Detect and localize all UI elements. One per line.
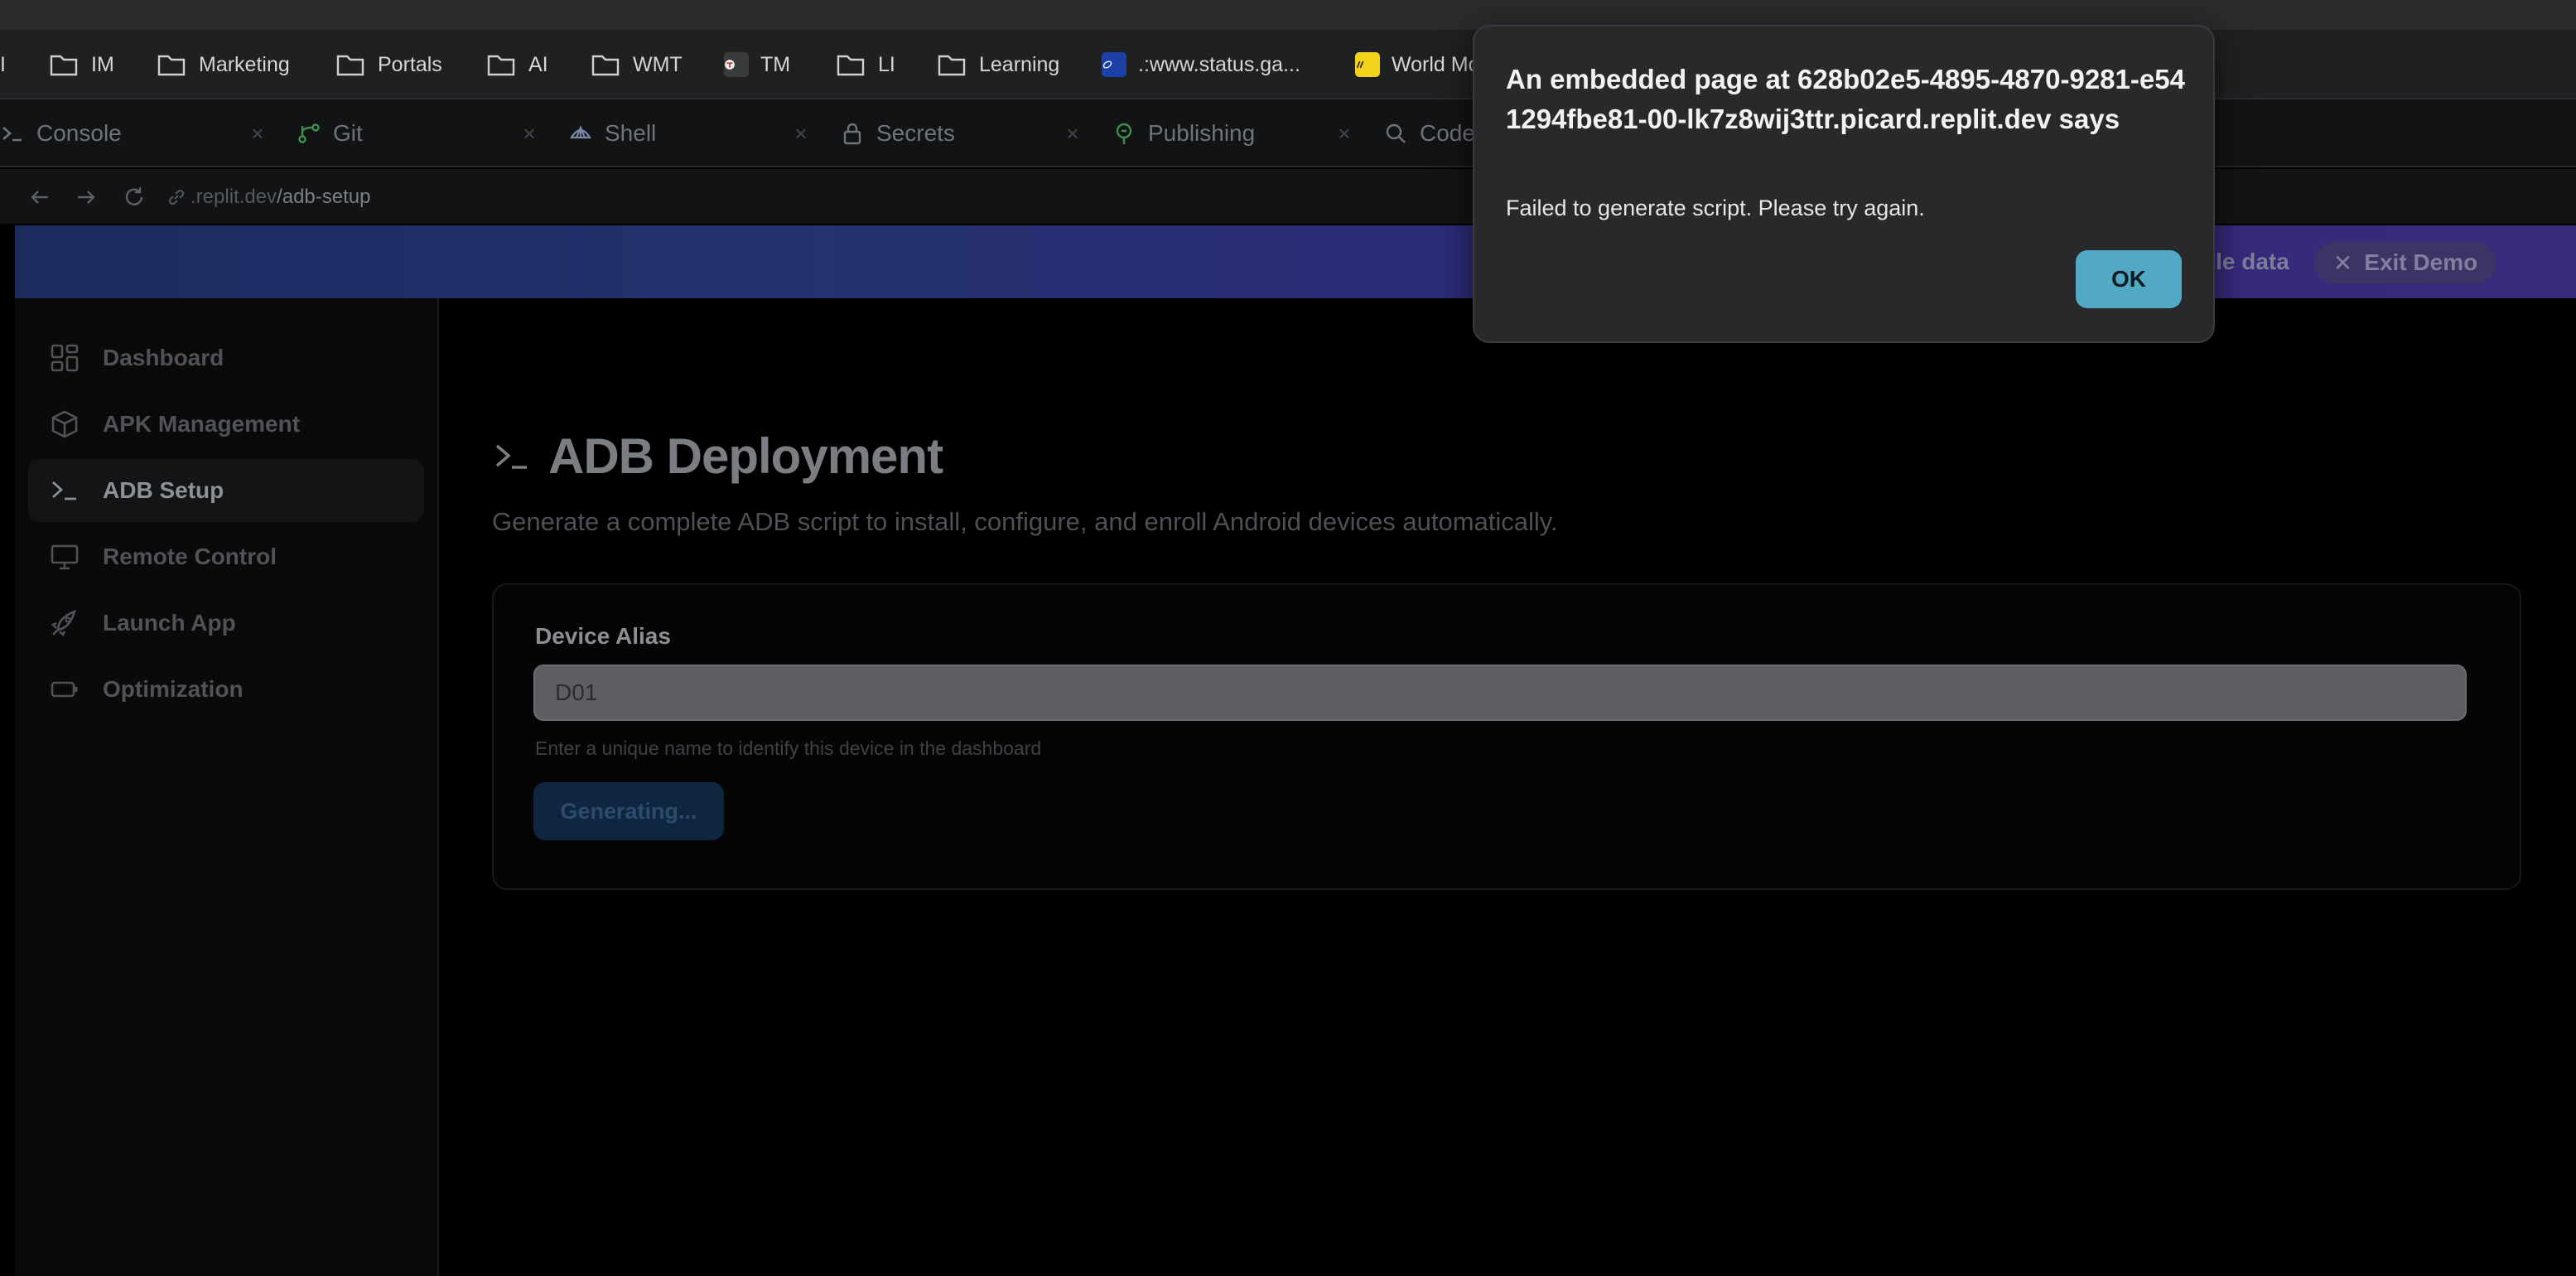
forward-arrow-icon[interactable] bbox=[70, 181, 103, 214]
app-frame: ple data ✕ Exit Demo Dashboard APK Manag… bbox=[15, 225, 2576, 1276]
bookmark-label: Learning bbox=[979, 52, 1060, 76]
bookmark-folder-wmt[interactable]: WMT bbox=[591, 30, 683, 99]
url-display[interactable]: .replit.dev/adb-setup bbox=[166, 182, 370, 212]
publish-icon bbox=[1112, 121, 1136, 146]
bookmark-folder-im[interactable]: IM bbox=[50, 30, 114, 99]
link-icon bbox=[168, 189, 185, 205]
screen: I IM Marketing Portals AI WMT TM LI Lear… bbox=[0, 0, 2576, 1276]
folder-icon bbox=[50, 55, 78, 76]
tab-publishing[interactable]: Publishing bbox=[1112, 99, 1255, 167]
url-path: /adb-setup bbox=[277, 186, 371, 208]
bookmark-label: .:www.status.ga... bbox=[1138, 52, 1300, 76]
bookmark-label: World Mo bbox=[1392, 52, 1480, 76]
terminal-icon bbox=[0, 121, 25, 146]
bookmark-folder-li[interactable]: LI bbox=[837, 30, 895, 99]
device-alias-input[interactable]: D01 bbox=[533, 665, 2467, 721]
exit-demo-label: Exit Demo bbox=[2364, 249, 2478, 275]
sidebar-item-label: Dashboard bbox=[103, 345, 224, 370]
package-icon bbox=[48, 409, 81, 439]
page-title-text: ADB Deployment bbox=[548, 428, 943, 484]
page-title: ADB Deployment bbox=[494, 424, 943, 487]
bookmark-folder-portals[interactable]: Portals bbox=[336, 30, 442, 99]
exit-demo-button[interactable]: ✕ Exit Demo bbox=[2314, 242, 2496, 283]
alert-dialog: An embedded page at 628b02e5-4895-4870-9… bbox=[1473, 25, 2215, 343]
ok-button[interactable]: OK bbox=[2076, 250, 2182, 308]
sidebar-item-apk-management[interactable]: APK Management bbox=[28, 393, 424, 456]
shell-icon bbox=[568, 121, 593, 146]
close-icon[interactable]: × bbox=[517, 121, 542, 146]
rocket-icon bbox=[48, 608, 81, 638]
bookmark-tm[interactable]: TM bbox=[724, 30, 790, 99]
tab-label: Secrets bbox=[876, 120, 955, 146]
status-favicon bbox=[1102, 52, 1126, 77]
device-alias-label: Device Alias bbox=[535, 623, 671, 649]
search-icon bbox=[1383, 121, 1408, 146]
sidebar: Dashboard APK Management ADB Setup Remot… bbox=[15, 298, 439, 1276]
folder-icon bbox=[591, 55, 620, 76]
bookmark-item[interactable]: I bbox=[0, 30, 6, 99]
world-favicon bbox=[1355, 52, 1380, 77]
url-host: .replit.dev bbox=[191, 186, 277, 208]
dialog-title: An embedded page at 628b02e5-4895-4870-9… bbox=[1506, 64, 2185, 134]
bookmark-folder-ai[interactable]: AI bbox=[487, 30, 548, 99]
folder-icon bbox=[336, 55, 364, 76]
page-subtitle: Generate a complete ADB script to instal… bbox=[492, 507, 1558, 536]
git-icon bbox=[297, 121, 321, 146]
tab-git[interactable]: Git bbox=[297, 99, 363, 167]
terminal-icon bbox=[495, 444, 527, 469]
back-arrow-icon[interactable] bbox=[23, 181, 56, 214]
sidebar-item-remote-control[interactable]: Remote Control bbox=[28, 525, 424, 588]
bookmark-folder-learning[interactable]: Learning bbox=[938, 30, 1059, 99]
close-icon: ✕ bbox=[2332, 249, 2353, 276]
tab-shell[interactable]: Shell bbox=[568, 99, 656, 167]
tab-console[interactable]: Console bbox=[0, 99, 122, 167]
tab-secrets[interactable]: Secrets bbox=[840, 99, 955, 167]
sidebar-item-label: APK Management bbox=[103, 411, 301, 437]
close-icon[interactable]: × bbox=[245, 121, 270, 146]
bookmark-label: AI bbox=[528, 52, 548, 76]
close-icon[interactable]: × bbox=[1060, 121, 1085, 146]
bookmark-label: IM bbox=[91, 52, 114, 76]
bookmark-label: Marketing bbox=[199, 52, 290, 76]
dialog-message: Failed to generate script. Please try ag… bbox=[1506, 196, 1925, 220]
folder-icon bbox=[837, 55, 865, 76]
lock-icon bbox=[840, 121, 865, 146]
tab-label: Publishing bbox=[1148, 120, 1256, 146]
tab-label: Code bbox=[1420, 120, 1475, 146]
monitor-icon bbox=[48, 542, 81, 572]
sidebar-item-label: Launch App bbox=[103, 610, 236, 636]
grid-icon bbox=[48, 343, 81, 373]
sidebar-item-launch-app[interactable]: Launch App bbox=[28, 592, 424, 655]
reload-icon[interactable] bbox=[118, 181, 151, 214]
bookmark-folder-marketing[interactable]: Marketing bbox=[157, 30, 290, 99]
sidebar-item-dashboard[interactable]: Dashboard bbox=[28, 326, 424, 389]
folder-icon bbox=[938, 55, 966, 76]
folder-icon bbox=[157, 55, 186, 76]
tm-favicon bbox=[724, 52, 749, 77]
folder-icon bbox=[487, 55, 515, 76]
tab-label: Shell bbox=[605, 120, 657, 146]
tab-code-search[interactable]: Code bbox=[1383, 99, 1475, 167]
sidebar-item-label: Optimization bbox=[103, 676, 244, 702]
script-form-card: Device Alias D01 Enter a unique name to … bbox=[492, 583, 2521, 890]
close-icon[interactable]: × bbox=[1332, 121, 1357, 146]
terminal-icon bbox=[48, 476, 81, 505]
battery-icon bbox=[48, 674, 81, 704]
bookmark-label: I bbox=[0, 52, 6, 76]
sidebar-item-label: ADB Setup bbox=[103, 477, 224, 503]
bookmark-label: TM bbox=[760, 52, 791, 76]
sidebar-item-label: Remote Control bbox=[103, 544, 277, 569]
tab-label: Console bbox=[36, 120, 122, 146]
device-alias-hint: Enter a unique name to identify this dev… bbox=[535, 737, 1042, 759]
bookmark-status[interactable]: .:www.status.ga... bbox=[1102, 30, 1300, 99]
bookmark-label: LI bbox=[878, 52, 895, 76]
bookmark-label: Portals bbox=[378, 52, 442, 76]
sidebar-item-optimization[interactable]: Optimization bbox=[28, 658, 424, 721]
sidebar-item-adb-setup[interactable]: ADB Setup bbox=[28, 459, 424, 522]
bookmark-label: WMT bbox=[633, 52, 683, 76]
close-icon[interactable]: × bbox=[789, 121, 813, 146]
generate-script-button[interactable]: Generating... bbox=[533, 782, 724, 840]
bookmark-world[interactable]: World Mo bbox=[1355, 30, 1480, 99]
tab-label: Git bbox=[333, 120, 363, 146]
